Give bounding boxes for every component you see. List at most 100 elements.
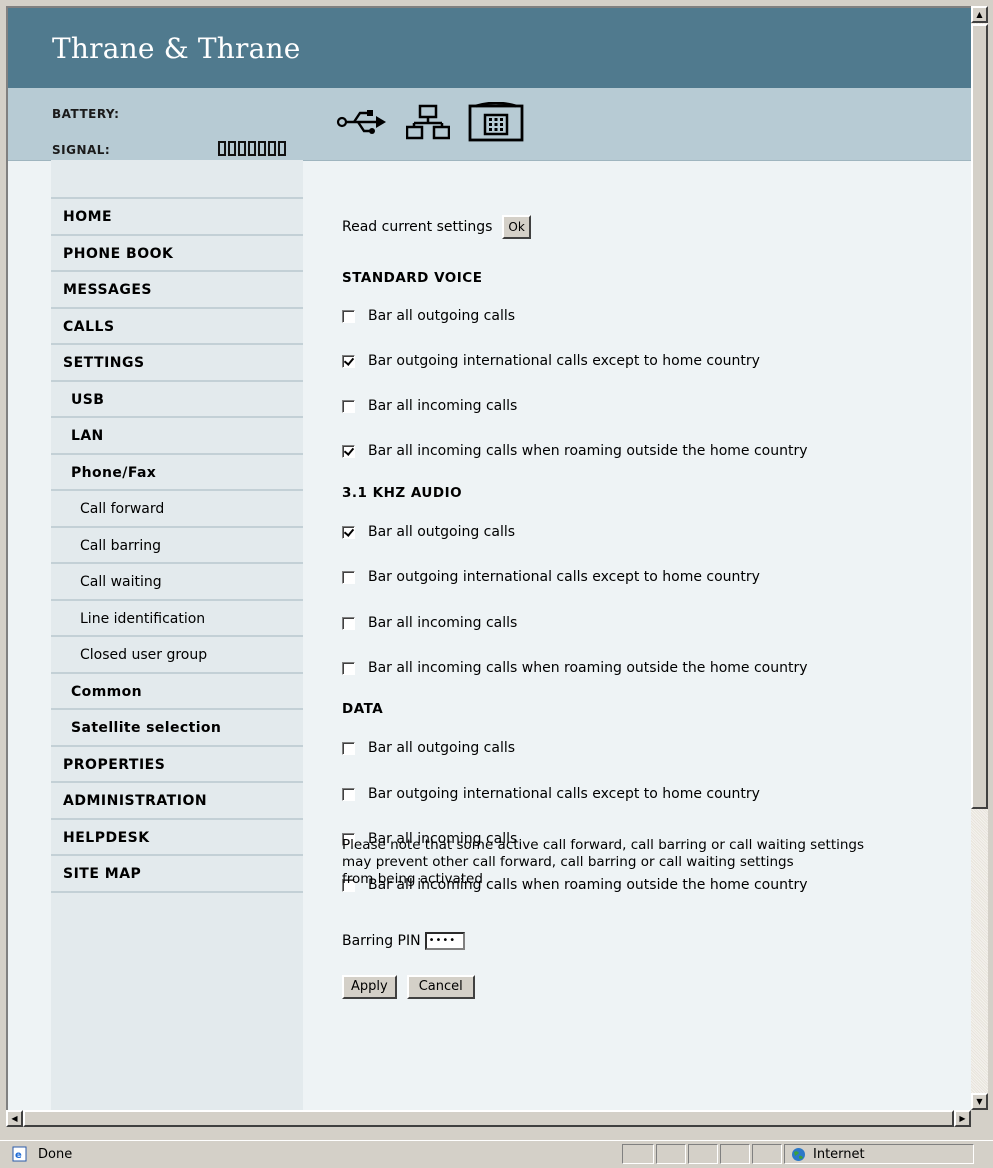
barring-pin-input[interactable]: •••• [424, 932, 465, 950]
header-bar: Thrane & Thrane [8, 8, 973, 88]
status-cell [752, 1144, 782, 1164]
sidebar-item-satellite-selection[interactable]: Satellite selection [51, 710, 303, 747]
status-cell [622, 1144, 654, 1164]
barring-checkbox[interactable] [342, 525, 355, 539]
barring-option-label: Bar outgoing international calls except … [368, 786, 760, 802]
note-line: Please note that some active call forwar… [342, 837, 865, 853]
section-title: DATA [342, 701, 384, 717]
barring-checkbox[interactable] [342, 399, 355, 413]
sidebar-item-messages[interactable]: MESSAGES [51, 272, 303, 309]
barring-checkbox[interactable] [342, 444, 355, 458]
status-cell [688, 1144, 718, 1164]
signal-bar [218, 141, 226, 156]
sidebar-item-settings[interactable]: SETTINGS [51, 345, 303, 382]
barring-pin-row: Barring PIN •••• [342, 932, 465, 950]
barring-option[interactable]: Bar all outgoing calls [342, 308, 515, 324]
horizontal-scrollbar[interactable]: ◀ ▶ [6, 1110, 971, 1127]
barring-option[interactable]: Bar all outgoing calls [342, 524, 515, 540]
barring-option-label: Bar outgoing international calls except … [368, 353, 760, 369]
barring-checkbox[interactable] [342, 616, 355, 630]
barring-checkbox[interactable] [342, 354, 355, 368]
signal-bar [228, 141, 236, 156]
battery-label: BATTERY: [52, 107, 120, 121]
barring-checkbox[interactable] [342, 661, 355, 675]
svg-text:e: e [15, 1150, 22, 1161]
read-settings-ok-button[interactable]: Ok [502, 215, 531, 239]
lan-icon [405, 104, 451, 144]
barring-option[interactable]: Bar all incoming calls [342, 398, 517, 414]
scroll-up-button[interactable]: ▲ [971, 6, 988, 23]
signal-label: SIGNAL: [52, 143, 111, 157]
sidebar-item-calls[interactable]: CALLS [51, 309, 303, 345]
sidebar-item-usb[interactable]: USB [51, 382, 303, 418]
barring-checkbox[interactable] [342, 787, 355, 801]
barring-pin-label: Barring PIN [342, 933, 421, 949]
barring-checkbox[interactable] [342, 570, 355, 584]
scroll-down-button[interactable]: ▼ [971, 1093, 988, 1110]
barring-option-label: Bar all outgoing calls [368, 740, 516, 756]
sidebar-item-call-forward[interactable]: Call forward [51, 491, 303, 528]
globe-icon [791, 1147, 806, 1166]
barring-option[interactable]: Bar outgoing international calls except … [342, 353, 760, 369]
signal-bar [268, 141, 276, 156]
sidebar-item-helpdesk[interactable]: HELPDESK [51, 820, 303, 856]
horizontal-scroll-thumb[interactable] [23, 1110, 954, 1127]
read-settings-label: Read current settings [342, 219, 493, 235]
cancel-button[interactable]: Cancel [406, 975, 475, 999]
sidebar-item-properties[interactable]: PROPERTIES [51, 747, 303, 783]
barring-option-label: Bar all outgoing calls [368, 524, 516, 540]
barring-option-label: Bar all incoming calls when roaming outs… [368, 443, 808, 459]
sidebar-item-closed-user-group[interactable]: Closed user group [51, 637, 303, 674]
section-title: 3.1 KHZ AUDIO [342, 485, 463, 501]
sidebar-item-call-waiting[interactable]: Call waiting [51, 564, 303, 601]
sidebar-item-line-identification[interactable]: Line identification [51, 601, 303, 637]
browser-status-bar: e Done Internet [0, 1140, 993, 1168]
apply-button[interactable]: Apply [342, 975, 397, 999]
scroll-left-button[interactable]: ◀ [6, 1110, 23, 1127]
brand-logo: Thrane & Thrane [52, 32, 301, 65]
status-cell [720, 1144, 750, 1164]
usb-icon [336, 107, 388, 141]
sidebar-item-site-map[interactable]: SITE MAP [51, 856, 303, 893]
barring-option[interactable]: Bar outgoing international calls except … [342, 569, 760, 585]
signal-bar [258, 141, 266, 156]
note-line: may prevent other call forward, call bar… [342, 854, 794, 870]
sidebar-item-call-barring[interactable]: Call barring [51, 528, 303, 564]
sidebar-item-lan[interactable]: LAN [51, 418, 303, 455]
scroll-right-button[interactable]: ▶ [954, 1110, 971, 1127]
signal-bar [248, 141, 256, 156]
signal-meter [218, 141, 286, 156]
barring-option[interactable]: Bar outgoing international calls except … [342, 786, 760, 802]
browser-viewport: Thrane & Thrane BATTERY: SIGNAL: HOME PH… [6, 6, 973, 1112]
sidebar-item-home[interactable]: HOME [51, 199, 303, 236]
barring-option[interactable]: Bar all outgoing calls [342, 740, 515, 756]
barring-checkbox[interactable] [342, 741, 355, 755]
barring-option[interactable]: Bar all incoming calls [342, 615, 517, 631]
barring-checkbox[interactable] [342, 309, 355, 323]
ie-page-icon: e [12, 1146, 28, 1166]
barring-option-label: Bar all incoming calls [368, 398, 518, 414]
form-buttons: Apply Cancel [342, 975, 475, 999]
barring-option-label: Bar all incoming calls when roaming outs… [368, 660, 808, 676]
sidebar-item-phone-fax[interactable]: Phone/Fax [51, 455, 303, 491]
interface-icons [336, 101, 524, 146]
nav-menu: HOME PHONE BOOK MESSAGES CALLS SETTINGS USB LA… [51, 199, 303, 893]
barring-option-label: Bar all incoming calls [368, 615, 518, 631]
sidebar-item-phone-book[interactable]: PHONE BOOK [51, 236, 303, 272]
signal-bar [238, 141, 246, 156]
zone-cell: Internet [784, 1144, 974, 1164]
zone-label: Internet [813, 1147, 865, 1162]
sidebar-item-administration[interactable]: ADMINISTRATION [51, 783, 303, 820]
barring-option[interactable]: Bar all incoming calls when roaming outs… [342, 443, 808, 459]
scrollbar-corner [971, 1110, 988, 1127]
phone-icon [468, 101, 524, 146]
signal-bar [278, 141, 286, 156]
vertical-scroll-thumb[interactable] [971, 24, 988, 809]
barring-option-label: Bar all outgoing calls [368, 308, 516, 324]
vertical-scrollbar[interactable]: ▲ ▼ [971, 6, 988, 1110]
barring-option[interactable]: Bar all incoming calls when roaming outs… [342, 660, 808, 676]
note-line: from being activated [342, 871, 483, 887]
settings-note: Please note that some active call forwar… [342, 837, 962, 888]
sidebar-item-common[interactable]: Common [51, 674, 303, 710]
section-title: STANDARD VOICE [342, 270, 483, 286]
